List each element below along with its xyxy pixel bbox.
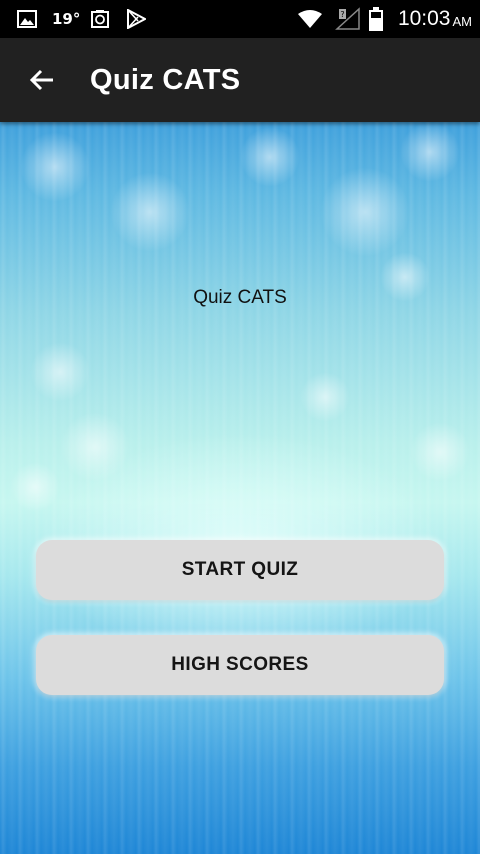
main-content: Quiz CATS START QUIZ HIGH SCORES [0,122,480,854]
bokeh-light [240,127,300,187]
clipboard-icon [88,0,112,38]
bokeh-light [300,372,350,422]
temperature-text: 19° [52,10,81,28]
image-icon [14,0,40,38]
signal-icon: ? [334,0,362,38]
clock: 10:03 AM [398,0,472,38]
bokeh-light [410,422,470,482]
quiz-heading: Quiz CATS [193,287,287,308]
bokeh-light [20,132,90,202]
high-scores-button[interactable]: HIGH SCORES [36,635,444,695]
app-bar: Quiz CATS [0,38,480,122]
app-title: Quiz CATS [90,63,241,96]
bokeh-light [10,462,60,512]
clock-time: 10:03 [397,7,451,30]
bokeh-light [30,342,90,402]
battery-icon [366,0,386,38]
bokeh-light [400,122,460,182]
clock-ampm: AM [452,13,473,29]
status-bar: 19° ? 10:03 AM [0,0,480,38]
arrow-back-icon [29,69,53,91]
play-store-icon [124,0,148,38]
bokeh-light [60,412,130,482]
background-streaks [0,122,480,854]
back-button[interactable] [20,60,64,100]
start-quiz-button[interactable]: START QUIZ [36,540,444,600]
wifi-icon [296,0,324,38]
svg-text:?: ? [340,10,344,19]
bokeh-light [110,172,190,252]
screen: 19° ? 10:03 AM Quiz CATS Quiz CATS START… [0,0,480,854]
bokeh-light [320,167,410,257]
